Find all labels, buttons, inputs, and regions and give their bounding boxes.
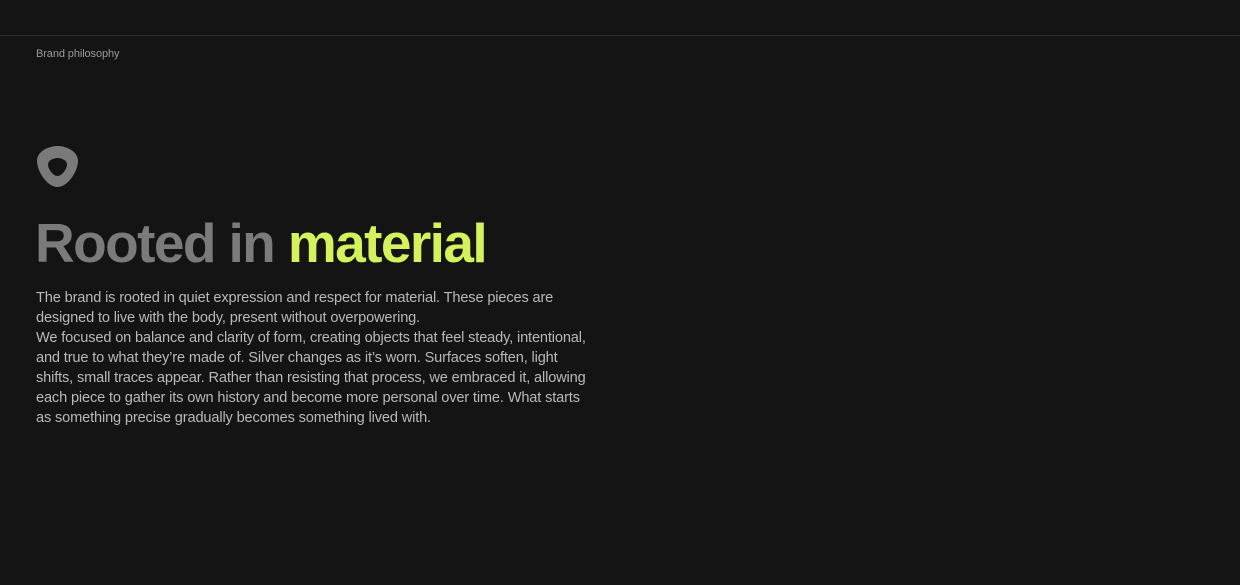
- body-copy: The brand is rooted in quiet expression …: [36, 288, 596, 428]
- headline: Rooted in material: [35, 208, 488, 278]
- brand-philosophy-page: Brand philosophy Rooted in material The …: [0, 0, 1240, 585]
- section-label: Brand philosophy: [36, 48, 120, 60]
- top-divider: [0, 35, 1240, 36]
- headline-accent-text: material: [287, 212, 488, 274]
- body-paragraph: We focused on balance and clarity of for…: [36, 330, 586, 426]
- headline-muted-text: Rooted in: [35, 212, 276, 274]
- body-paragraph: The brand is rooted in quiet expression …: [36, 290, 554, 326]
- rounded-triangle-ring-icon: [36, 145, 79, 189]
